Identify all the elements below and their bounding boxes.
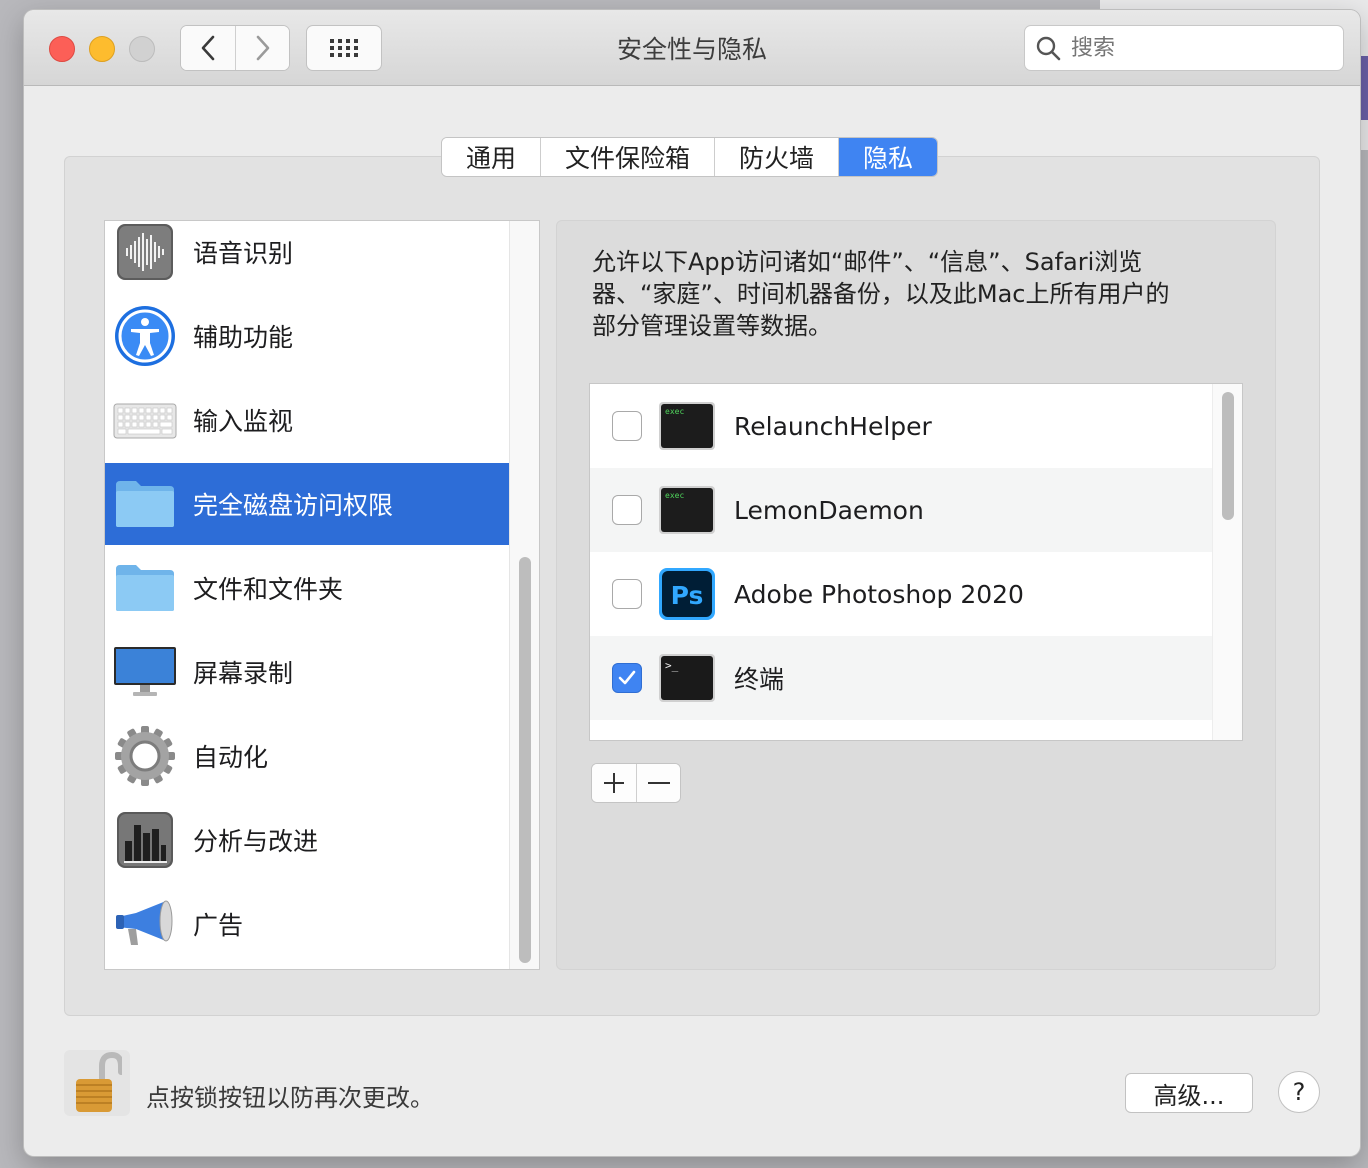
sidebar-scroll-thumb[interactable] [519,557,531,963]
app-list-scrollbar[interactable] [1212,384,1242,740]
terminal-icon-label: >_ [665,659,679,672]
search-icon [1036,36,1061,61]
app-row-relaunchhelper[interactable]: exec RelaunchHelper [590,384,1212,468]
privacy-category-list[interactable]: 语音识别 辅助功能 输入监视 完全磁盘访问权限 文件和文件夹 屏幕录制 自动化 … [104,220,540,970]
app-checkbox[interactable] [612,495,642,525]
app-row-partial [590,720,1212,740]
exec-terminal-icon: exec [658,400,716,452]
sidebar-item-advertising[interactable]: 广告 [105,883,509,965]
checkmark-icon [618,670,636,685]
sidebar-scrollbar[interactable] [509,221,539,969]
folder-icon [113,472,177,536]
plus-icon [604,773,624,793]
app-row-terminal[interactable]: >_ 终端 [590,636,1212,720]
tab-privacy[interactable]: 隐私 [838,138,938,176]
gear-icon [113,724,177,788]
app-name: Adobe Photoshop 2020 [734,579,1024,609]
full-disk-access-description: 允许以下App访问诸如“邮件”、“信息”、Safari浏览 器、“家庭”、时间机… [592,246,1262,342]
exec-terminal-icon: exec [658,484,716,536]
preferences-window: 安全性与隐私 通用 文件保险箱 防火墙 隐私 语音识别 辅助功能 [24,10,1360,1156]
display-icon [113,640,177,704]
tab-firewall[interactable]: 防火墙 [714,138,839,176]
tab-filevault[interactable]: 文件保险箱 [540,138,715,176]
app-list-scroll-thumb[interactable] [1222,392,1234,520]
add-remove-buttons [591,763,681,803]
exec-icon-label: exec [665,407,684,416]
exec-icon-label: exec [665,491,684,500]
accessibility-icon [113,304,177,368]
unlocked-padlock-icon [76,1052,122,1112]
title-bar: 安全性与隐私 [24,10,1360,86]
sidebar-item-label: 文件和文件夹 [193,575,344,604]
remove-app-button[interactable] [636,764,680,802]
app-row-lemondaemon[interactable]: exec LemonDaemon [590,468,1212,552]
tab-bar: 通用 文件保险箱 防火墙 隐私 [441,137,939,177]
megaphone-icon [113,892,177,956]
sidebar-item-label: 辅助功能 [193,323,294,352]
search-input[interactable] [1071,35,1331,61]
sidebar-item-label: 输入监视 [193,407,294,436]
sidebar-item-label: 广告 [193,911,244,940]
app-name: 终端 [734,665,785,694]
sidebar-item-label: 语音识别 [193,239,294,268]
sidebar-item-automation[interactable]: 自动化 [105,715,509,797]
app-name: LemonDaemon [734,495,924,525]
description-line: 部分管理设置等数据。 [592,312,832,340]
sidebar-item-label: 分析与改进 [193,827,319,856]
sidebar-item-accessibility[interactable]: 辅助功能 [105,295,509,377]
sidebar-item-full-disk-access[interactable]: 完全磁盘访问权限 [105,463,509,545]
speech-recognition-icon [113,221,177,284]
help-button[interactable]: ? [1278,1071,1320,1113]
sidebar-item-speech-recognition[interactable]: 语音识别 [105,221,509,293]
photoshop-icon-label: Ps [671,581,704,610]
app-checkbox[interactable] [612,411,642,441]
app-name: RelaunchHelper [734,411,932,441]
sidebar-item-label: 自动化 [193,743,269,772]
sidebar-item-files-and-folders[interactable]: 文件和文件夹 [105,547,509,629]
description-line: 器、“家庭”、时间机器备份，以及此Mac上所有用户的 [592,280,1170,308]
bar-chart-icon [113,808,177,872]
folder-icon [113,556,177,620]
sidebar-item-label: 完全磁盘访问权限 [193,491,394,520]
lock-hint-text: 点按锁按钮以防再次更改。 [146,1084,434,1112]
description-line: 允许以下App访问诸如“邮件”、“信息”、Safari浏览 [592,248,1143,276]
app-list[interactable]: exec RelaunchHelper exec LemonDaemon Ps … [589,383,1243,741]
sidebar-item-screen-recording[interactable]: 屏幕录制 [105,631,509,713]
minus-icon [647,782,670,784]
sidebar-item-input-monitoring[interactable]: 输入监视 [105,379,509,461]
app-row-photoshop[interactable]: Ps Adobe Photoshop 2020 [590,552,1212,636]
app-checkbox-checked[interactable] [612,663,642,693]
search-field[interactable] [1024,25,1344,71]
app-checkbox[interactable] [612,579,642,609]
keyboard-icon [113,388,177,452]
lock-button[interactable] [64,1050,130,1116]
sidebar-item-analytics[interactable]: 分析与改进 [105,799,509,881]
tab-general[interactable]: 通用 [442,138,541,176]
add-app-button[interactable] [592,764,636,802]
terminal-icon: >_ [658,652,716,704]
sidebar-item-label: 屏幕录制 [193,659,294,688]
advanced-button[interactable]: 高级... [1125,1073,1253,1113]
photoshop-icon: Ps [658,568,716,620]
